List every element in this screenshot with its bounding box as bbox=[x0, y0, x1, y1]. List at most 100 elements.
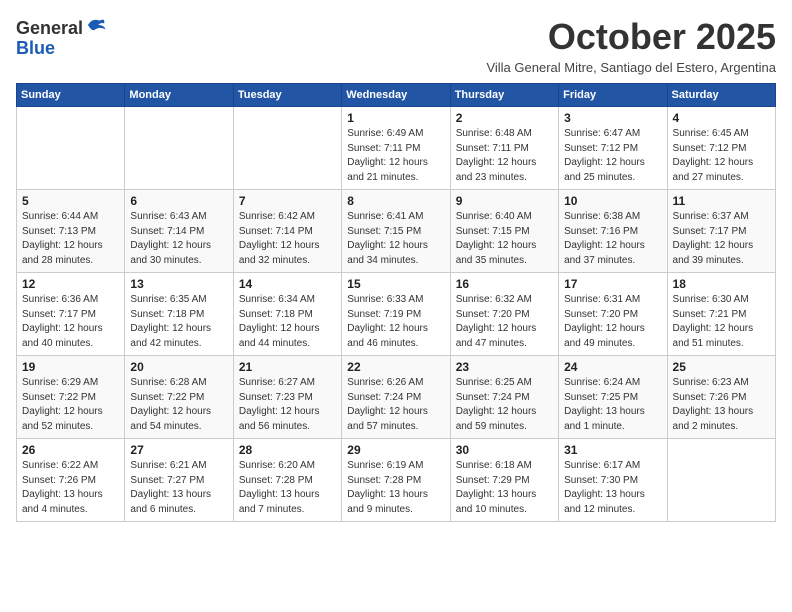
day-info: Sunrise: 6:18 AM Sunset: 7:29 PM Dayligh… bbox=[456, 459, 553, 517]
day-number: 15 bbox=[347, 277, 444, 291]
calendar-week-row: 5 Sunrise: 6:44 AM Sunset: 7:13 PM Daylig… bbox=[17, 190, 776, 273]
calendar-cell: 16 Sunrise: 6:32 AM Sunset: 7:20 PM Dayli… bbox=[450, 273, 558, 356]
day-number: 9 bbox=[456, 194, 553, 208]
day-info: Sunrise: 6:49 AM Sunset: 7:11 PM Dayligh… bbox=[347, 127, 444, 185]
day-number: 22 bbox=[347, 360, 444, 374]
calendar-week-row: 19 Sunrise: 6:29 AM Sunset: 7:22 PM Dayli… bbox=[17, 356, 776, 439]
location-subtitle: Villa General Mitre, Santiago del Estero… bbox=[486, 60, 776, 75]
day-number: 16 bbox=[456, 277, 553, 291]
calendar-cell: 31Sunrise: 6:17 AM Sunset: 7:30 PM Dayli… bbox=[559, 439, 667, 522]
day-info: Sunrise: 6:36 AM Sunset: 7:17 PM Dayligh… bbox=[22, 293, 119, 351]
calendar-cell: 11 Sunrise: 6:37 AM Sunset: 7:17 PM Dayli… bbox=[667, 190, 775, 273]
day-info: Sunrise: 6:37 AM Sunset: 7:17 PM Dayligh… bbox=[673, 210, 770, 268]
calendar-cell: 19 Sunrise: 6:29 AM Sunset: 7:22 PM Dayli… bbox=[17, 356, 125, 439]
day-info: Sunrise: 6:33 AM Sunset: 7:19 PM Dayligh… bbox=[347, 293, 444, 351]
day-number: 30 bbox=[456, 443, 553, 457]
day-number: 2 bbox=[456, 111, 553, 125]
day-info: Sunrise: 6:48 AM Sunset: 7:11 PM Dayligh… bbox=[456, 127, 553, 185]
day-info: Sunrise: 6:24 AM Sunset: 7:25 PM Dayligh… bbox=[564, 376, 661, 434]
calendar-week-row: 1 Sunrise: 6:49 AM Sunset: 7:11 PM Daylig… bbox=[17, 107, 776, 190]
day-number: 26 bbox=[22, 443, 119, 457]
calendar-cell: 2 Sunrise: 6:48 AM Sunset: 7:11 PM Daylig… bbox=[450, 107, 558, 190]
weekday-header-row: SundayMondayTuesdayWednesdayThursdayFrid… bbox=[17, 84, 776, 107]
weekday-header-wednesday: Wednesday bbox=[342, 84, 450, 107]
day-info: Sunrise: 6:31 AM Sunset: 7:20 PM Dayligh… bbox=[564, 293, 661, 351]
calendar-cell: 30 Sunrise: 6:18 AM Sunset: 7:29 PM Dayli… bbox=[450, 439, 558, 522]
day-number: 1 bbox=[347, 111, 444, 125]
day-info: Sunrise: 6:47 AM Sunset: 7:12 PM Dayligh… bbox=[564, 127, 661, 185]
calendar-cell: 6 Sunrise: 6:43 AM Sunset: 7:14 PM Daylig… bbox=[125, 190, 233, 273]
calendar-cell: 20Sunrise: 6:28 AM Sunset: 7:22 PM Dayli… bbox=[125, 356, 233, 439]
page-header: General Blue October 2025 Villa General … bbox=[16, 16, 776, 75]
day-info: Sunrise: 6:44 AM Sunset: 7:13 PM Dayligh… bbox=[22, 210, 119, 268]
day-number: 11 bbox=[673, 194, 770, 208]
day-number: 6 bbox=[130, 194, 227, 208]
calendar-cell: 25Sunrise: 6:23 AM Sunset: 7:26 PM Dayli… bbox=[667, 356, 775, 439]
calendar-cell: 13Sunrise: 6:35 AM Sunset: 7:18 PM Dayli… bbox=[125, 273, 233, 356]
day-info: Sunrise: 6:34 AM Sunset: 7:18 PM Dayligh… bbox=[239, 293, 336, 351]
day-info: Sunrise: 6:25 AM Sunset: 7:24 PM Dayligh… bbox=[456, 376, 553, 434]
logo: General Blue bbox=[16, 16, 107, 59]
calendar-cell: 4 Sunrise: 6:45 AM Sunset: 7:12 PM Daylig… bbox=[667, 107, 775, 190]
day-number: 28 bbox=[239, 443, 336, 457]
logo-blue-text: Blue bbox=[16, 38, 55, 58]
month-title: October 2025 bbox=[486, 16, 776, 58]
calendar-cell: 10Sunrise: 6:38 AM Sunset: 7:16 PM Dayli… bbox=[559, 190, 667, 273]
day-number: 19 bbox=[22, 360, 119, 374]
weekday-header-saturday: Saturday bbox=[667, 84, 775, 107]
calendar-cell: 22 Sunrise: 6:26 AM Sunset: 7:24 PM Dayli… bbox=[342, 356, 450, 439]
calendar-cell: 26 Sunrise: 6:22 AM Sunset: 7:26 PM Dayli… bbox=[17, 439, 125, 522]
day-number: 4 bbox=[673, 111, 770, 125]
day-info: Sunrise: 6:26 AM Sunset: 7:24 PM Dayligh… bbox=[347, 376, 444, 434]
day-number: 17 bbox=[564, 277, 661, 291]
day-info: Sunrise: 6:27 AM Sunset: 7:23 PM Dayligh… bbox=[239, 376, 336, 434]
day-info: Sunrise: 6:38 AM Sunset: 7:16 PM Dayligh… bbox=[564, 210, 661, 268]
calendar-cell: 21Sunrise: 6:27 AM Sunset: 7:23 PM Dayli… bbox=[233, 356, 341, 439]
day-number: 7 bbox=[239, 194, 336, 208]
calendar-cell: 7 Sunrise: 6:42 AM Sunset: 7:14 PM Daylig… bbox=[233, 190, 341, 273]
weekday-header-tuesday: Tuesday bbox=[233, 84, 341, 107]
day-info: Sunrise: 6:45 AM Sunset: 7:12 PM Dayligh… bbox=[673, 127, 770, 185]
calendar-cell bbox=[17, 107, 125, 190]
calendar-cell: 14Sunrise: 6:34 AM Sunset: 7:18 PM Dayli… bbox=[233, 273, 341, 356]
title-block: October 2025 Villa General Mitre, Santia… bbox=[486, 16, 776, 75]
calendar-cell: 5 Sunrise: 6:44 AM Sunset: 7:13 PM Daylig… bbox=[17, 190, 125, 273]
day-number: 24 bbox=[564, 360, 661, 374]
day-info: Sunrise: 6:29 AM Sunset: 7:22 PM Dayligh… bbox=[22, 376, 119, 434]
calendar-cell: 12 Sunrise: 6:36 AM Sunset: 7:17 PM Dayli… bbox=[17, 273, 125, 356]
day-info: Sunrise: 6:21 AM Sunset: 7:27 PM Dayligh… bbox=[130, 459, 227, 517]
calendar-cell: 18Sunrise: 6:30 AM Sunset: 7:21 PM Dayli… bbox=[667, 273, 775, 356]
weekday-header-thursday: Thursday bbox=[450, 84, 558, 107]
day-number: 13 bbox=[130, 277, 227, 291]
weekday-header-sunday: Sunday bbox=[17, 84, 125, 107]
calendar-cell: 23 Sunrise: 6:25 AM Sunset: 7:24 PM Dayli… bbox=[450, 356, 558, 439]
day-number: 23 bbox=[456, 360, 553, 374]
calendar-week-row: 12 Sunrise: 6:36 AM Sunset: 7:17 PM Dayli… bbox=[17, 273, 776, 356]
day-number: 3 bbox=[564, 111, 661, 125]
calendar-cell: 15 Sunrise: 6:33 AM Sunset: 7:19 PM Dayli… bbox=[342, 273, 450, 356]
day-number: 29 bbox=[347, 443, 444, 457]
day-number: 12 bbox=[22, 277, 119, 291]
calendar-cell bbox=[667, 439, 775, 522]
day-number: 27 bbox=[130, 443, 227, 457]
day-number: 20 bbox=[130, 360, 227, 374]
day-number: 18 bbox=[673, 277, 770, 291]
logo-general-text: General bbox=[16, 18, 83, 38]
day-number: 25 bbox=[673, 360, 770, 374]
day-info: Sunrise: 6:32 AM Sunset: 7:20 PM Dayligh… bbox=[456, 293, 553, 351]
day-number: 5 bbox=[22, 194, 119, 208]
calendar-cell: 8 Sunrise: 6:41 AM Sunset: 7:15 PM Daylig… bbox=[342, 190, 450, 273]
calendar-cell: 17 Sunrise: 6:31 AM Sunset: 7:20 PM Dayli… bbox=[559, 273, 667, 356]
calendar-cell: 24 Sunrise: 6:24 AM Sunset: 7:25 PM Dayli… bbox=[559, 356, 667, 439]
day-info: Sunrise: 6:42 AM Sunset: 7:14 PM Dayligh… bbox=[239, 210, 336, 268]
day-info: Sunrise: 6:22 AM Sunset: 7:26 PM Dayligh… bbox=[22, 459, 119, 517]
day-number: 8 bbox=[347, 194, 444, 208]
day-info: Sunrise: 6:43 AM Sunset: 7:14 PM Dayligh… bbox=[130, 210, 227, 268]
calendar-cell: 3 Sunrise: 6:47 AM Sunset: 7:12 PM Daylig… bbox=[559, 107, 667, 190]
calendar-cell: 29Sunrise: 6:19 AM Sunset: 7:28 PM Dayli… bbox=[342, 439, 450, 522]
day-info: Sunrise: 6:17 AM Sunset: 7:30 PM Dayligh… bbox=[564, 459, 661, 517]
day-info: Sunrise: 6:41 AM Sunset: 7:15 PM Dayligh… bbox=[347, 210, 444, 268]
calendar-cell: 28Sunrise: 6:20 AM Sunset: 7:28 PM Dayli… bbox=[233, 439, 341, 522]
calendar-cell: 1 Sunrise: 6:49 AM Sunset: 7:11 PM Daylig… bbox=[342, 107, 450, 190]
calendar-cell: 27 Sunrise: 6:21 AM Sunset: 7:27 PM Dayli… bbox=[125, 439, 233, 522]
